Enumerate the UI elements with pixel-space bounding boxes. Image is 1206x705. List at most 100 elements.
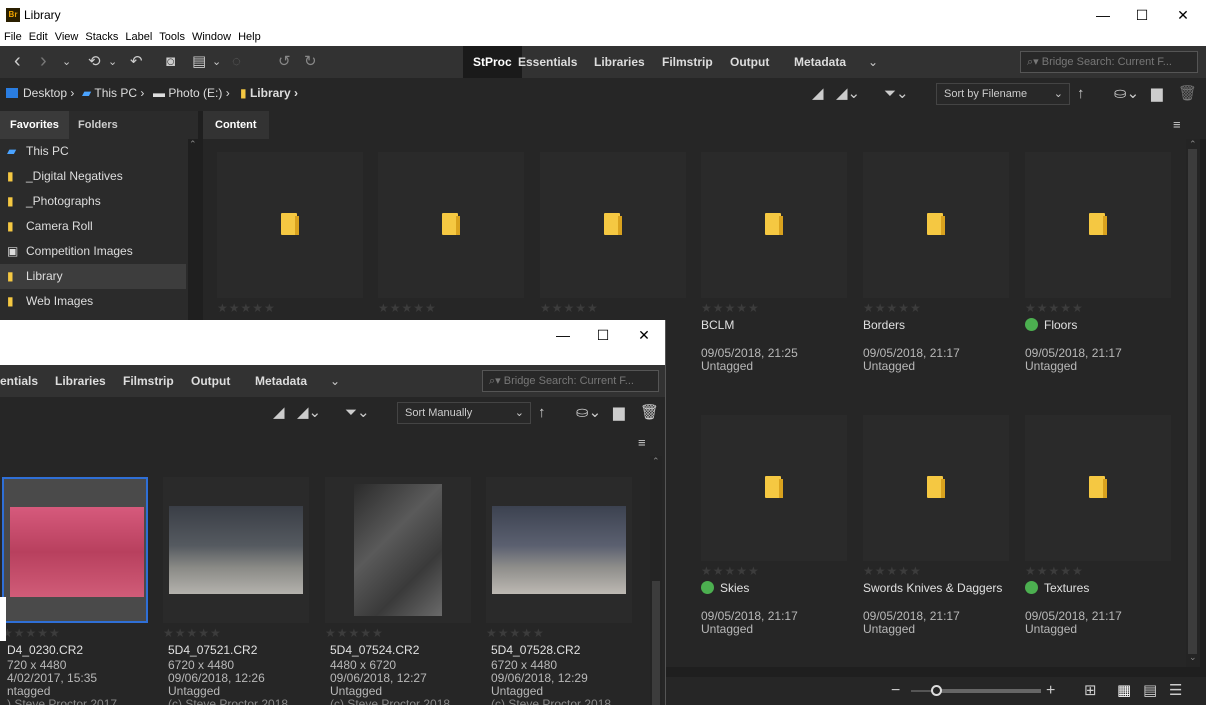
maximize-button[interactable]: ☐ [1122,0,1162,30]
thumbnail-quality-icon[interactable]: ◢⌄ [297,403,321,423]
close-button[interactable]: ✕ [1163,0,1203,30]
folder-tile[interactable] [863,152,1009,298]
new-folder-icon[interactable]: ▆ [613,403,625,423]
new-folder-icon[interactable]: ▆ [1151,84,1163,104]
filter-icon[interactable]: ⏷⌄ [345,403,370,423]
sidebar-item-photographs[interactable]: ▮ _Photographs [0,189,186,214]
rating-stars[interactable]: ★★★★★ [1025,564,1084,578]
folder-tile[interactable] [540,152,686,298]
rotate-left-icon[interactable]: ↺ [278,52,291,72]
tab-favorites[interactable]: Favorites [0,111,69,139]
menu-file[interactable]: File [0,30,25,44]
rating-stars[interactable]: ★★★★★ [1025,301,1084,315]
details-view-icon[interactable]: ▤ [1143,681,1157,701]
minimize-button[interactable]: — [543,320,583,350]
rating-stars[interactable]: ★★★★★ [701,564,760,578]
folder-tile[interactable] [378,152,524,298]
rotate-right-icon[interactable]: ↻ [304,52,317,72]
file-tile[interactable] [486,477,632,623]
zoom-in-icon[interactable]: + [1046,681,1055,701]
chevron-down-icon[interactable]: ⌄ [212,52,221,72]
rating-stars[interactable]: ★★★★★ [325,626,384,640]
rating-stars[interactable]: ★★★★★ [2,626,61,640]
workspace-tab-output[interactable]: Output [720,46,779,78]
filter-icon[interactable]: ⏷⌄ [884,84,909,104]
panel-menu-icon[interactable]: ≡ [638,433,646,453]
sidebar-item-camera-roll[interactable]: ▮ Camera Roll [0,214,186,239]
file-tile[interactable] [2,477,148,623]
return-icon[interactable]: ↶ [130,52,143,72]
rating-stars[interactable]: ★★★★★ [217,301,276,315]
menu-stacks[interactable]: Stacks [81,30,121,44]
minimize-button[interactable]: — [1083,0,1123,30]
tab-folders[interactable]: Folders [68,111,128,139]
content-scrollbar[interactable]: ⌃ ⌄ [1186,139,1200,667]
forward-icon[interactable]: › [40,51,47,71]
second-sort-select[interactable]: Sort Manually ⌄ [397,402,531,424]
trash-icon[interactable]: 🗑 [1178,84,1197,104]
sidebar-item-library[interactable]: ▮ Library [0,264,186,289]
second-search-input[interactable]: ⌕▾ Bridge Search: Current F... [482,370,659,392]
rating-stars[interactable]: ★★★★★ [378,301,437,315]
menu-help[interactable]: Help [234,30,264,44]
sidebar-item-digital-negatives[interactable]: ▮ _Digital Negatives [0,164,186,189]
workspace-more-icon[interactable]: ⌄ [330,371,340,391]
menu-label[interactable]: Label [121,30,155,44]
zoom-handle[interactable] [931,685,942,696]
rating-stars[interactable]: ★★★★★ [163,626,222,640]
grid-lock-icon[interactable]: ⊞ [1084,681,1097,701]
menu-tools[interactable]: Tools [155,30,188,44]
search-input[interactable]: ⌕▾ Bridge Search: Current F... [1020,51,1198,73]
camera-icon[interactable]: ◙ [166,52,175,72]
menu-window[interactable]: Window [188,30,234,44]
new-folder-rating-icon[interactable]: ⛀⌄ [576,403,601,423]
sort-ascending-icon[interactable]: ↑ [538,403,546,423]
sort-ascending-icon[interactable]: ↑ [1077,84,1085,104]
workspace-tab-metadata[interactable]: Metadata [245,365,317,397]
file-tile[interactable] [325,477,471,623]
workspace-tab-output[interactable]: Output [181,365,240,397]
quality-icon[interactable]: ◢ [812,84,824,104]
workspace-more-icon[interactable]: ⌄ [868,52,878,72]
second-scrollbar[interactable]: ⌃ [650,456,662,705]
new-folder-rating-icon[interactable]: ⛀⌄ [1114,84,1139,104]
workspace-tab-metadata[interactable]: Metadata [784,46,856,78]
workspace-tab-libraries[interactable]: Libraries [584,46,655,78]
rating-stars[interactable]: ★★★★★ [863,564,922,578]
workspace-tab-libraries[interactable]: Libraries [45,365,116,397]
sidebar-item-competition-images[interactable]: ▣ Competition Images [0,239,186,264]
list-view-icon[interactable]: ☰ [1169,681,1182,701]
scroll-thumb[interactable] [1188,149,1197,654]
tab-content[interactable]: Content [203,111,269,139]
trash-icon[interactable]: 🗑 [640,403,659,423]
rating-stars[interactable]: ★★★★★ [486,626,545,640]
folder-tile[interactable] [863,415,1009,561]
thumbnail-quality-icon[interactable]: ◢⌄ [836,84,860,104]
workspace-tab-filmstrip[interactable]: Filmstrip [113,365,184,397]
rating-stars[interactable]: ★★★★★ [540,301,599,315]
sidebar-item-web-images[interactable]: ▮ Web Images [0,289,186,314]
file-tile[interactable] [163,477,309,623]
folder-tile[interactable] [701,415,847,561]
zoom-out-icon[interactable]: − [891,681,900,701]
folder-tile[interactable] [1025,415,1171,561]
rating-stars[interactable]: ★★★★★ [701,301,760,315]
folder-tile[interactable] [217,152,363,298]
workspace-tab-essentials[interactable]: Essentials [508,46,587,78]
scroll-thumb[interactable] [652,581,660,705]
refine-icon[interactable]: ▤ [192,52,206,72]
zoom-slider[interactable] [911,685,1041,696]
panel-menu-icon[interactable]: ≡ [1173,115,1181,135]
workspace-tab-filmstrip[interactable]: Filmstrip [652,46,723,78]
workspace-tab-entials[interactable]: entials [0,365,48,397]
favorites-scrollbar[interactable]: ⌃ [188,139,198,329]
rating-stars[interactable]: ★★★★★ [863,301,922,315]
chevron-down-icon[interactable]: ⌄ [62,52,71,72]
thumbnail-view-icon[interactable]: ▦ [1117,681,1131,701]
breadcrumb-desktop[interactable]: Desktop › [6,78,74,108]
menu-edit[interactable]: Edit [25,30,51,44]
breadcrumb-photo-drive[interactable]: ▬ Photo (E:) › [153,78,230,108]
quality-icon[interactable]: ◢ [273,403,285,423]
folder-tile[interactable] [701,152,847,298]
maximize-button[interactable]: ☐ [583,320,623,350]
